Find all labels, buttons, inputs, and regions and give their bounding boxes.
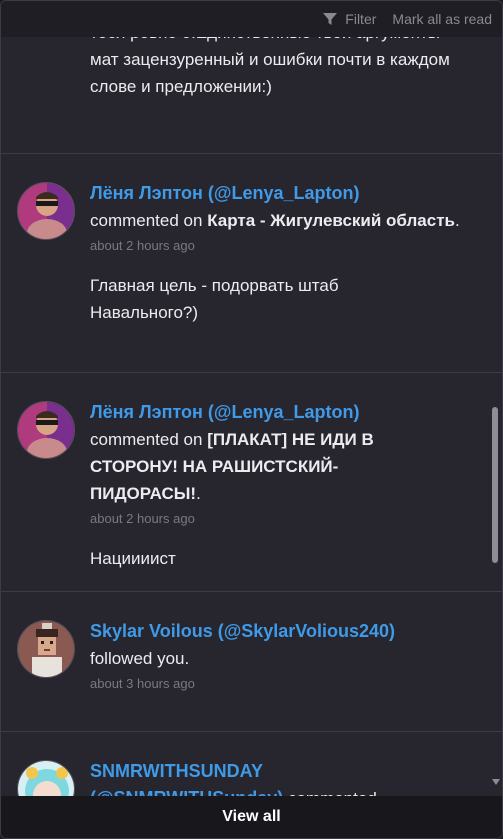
- action-line: commented on [ПЛАКАТ] НЕ ИДИ В СТОРОНУ! …: [90, 426, 420, 507]
- action-text: commented: [288, 789, 377, 796]
- user-link[interactable]: Skylar Voilous (@SkylarVolious240): [90, 618, 490, 645]
- action-line: (@SNMRWITHSunday) commented: [90, 785, 490, 796]
- notification-item[interactable]: SNMRWITHSUNDAY (@SNMRWITHSunday) comment…: [1, 732, 502, 796]
- notification-item[interactable]: Skylar Voilous (@SkylarVolious240) follo…: [1, 592, 502, 732]
- action-suffix: .: [196, 484, 201, 503]
- timestamp: about 2 hours ago: [90, 238, 195, 253]
- timestamp: about 2 hours ago: [90, 511, 195, 526]
- action-text: commented on: [90, 211, 203, 230]
- user-link[interactable]: Лёня Лэптон (@Lenya_Lapton): [90, 399, 490, 426]
- comment-body: Главная цель - подорвать штаб Навального…: [90, 276, 339, 322]
- filter-icon: [323, 13, 338, 25]
- notifications-toolbar: Filter Mark all as read: [1, 1, 502, 37]
- action-text: commented on: [90, 430, 203, 449]
- notifications-panel: тебя ровно 0.Единственные твои аргументы…: [0, 0, 503, 839]
- scroll-down-arrow-icon[interactable]: [492, 779, 500, 785]
- notification-item[interactable]: Лёня Лэптон (@Lenya_Lapton) commented on…: [1, 154, 502, 373]
- view-all-button[interactable]: View all: [1, 796, 502, 838]
- avatar[interactable]: [17, 760, 75, 796]
- comment-body: Нациииист: [90, 549, 176, 568]
- user-handle-link[interactable]: (@SNMRWITHSunday): [90, 788, 283, 796]
- user-link[interactable]: Лёня Лэптон (@Lenya_Lapton): [90, 180, 490, 207]
- notification-item[interactable]: Лёня Лэптон (@Lenya_Lapton) commented on…: [1, 373, 502, 592]
- avatar[interactable]: [17, 182, 75, 240]
- scrollbar[interactable]: [491, 37, 501, 797]
- mark-all-read-button[interactable]: Mark all as read: [392, 11, 492, 27]
- target-link[interactable]: Карта - Жигулевский область: [207, 211, 455, 230]
- scrollbar-thumb[interactable]: [492, 407, 498, 563]
- user-link[interactable]: SNMRWITHSUNDAY: [90, 758, 490, 785]
- avatar[interactable]: [17, 620, 75, 678]
- timestamp: about 3 hours ago: [90, 676, 195, 691]
- action-text: followed you.: [90, 649, 190, 668]
- filter-label: Filter: [345, 11, 377, 27]
- action-line: commented on Карта - Жигулевский область…: [90, 207, 490, 234]
- action-suffix: .: [455, 211, 460, 230]
- filter-button[interactable]: Filter: [323, 11, 376, 27]
- notifications-list[interactable]: тебя ровно 0.Единственные твои аргументы…: [1, 1, 502, 796]
- avatar[interactable]: [17, 401, 75, 459]
